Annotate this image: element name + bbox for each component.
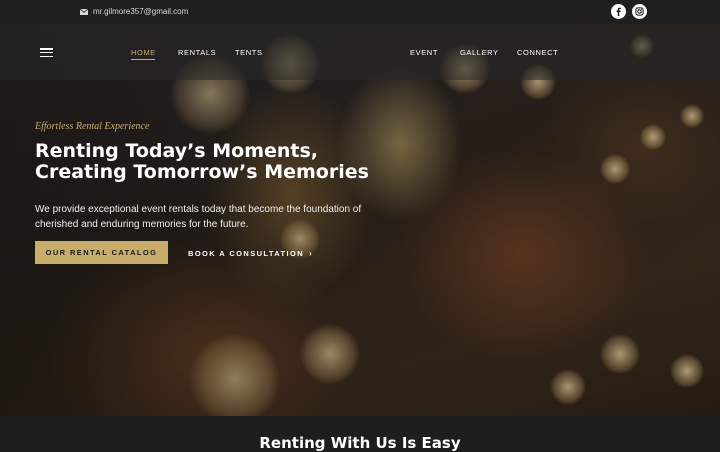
contact-email[interactable]: mr.gilmore357@gmail.com	[80, 7, 188, 16]
hero-headline: Renting Today’s Moments, Creating Tomorr…	[35, 141, 395, 183]
nav-home[interactable]: HOME	[131, 48, 156, 57]
nav-connect[interactable]: CONNECT	[517, 48, 558, 57]
top-bar: mr.gilmore357@gmail.com	[0, 0, 720, 24]
book-consultation-label: BOOK A CONSULTATION	[188, 249, 305, 258]
nav-event[interactable]: EVENT	[410, 48, 438, 57]
instagram-icon	[635, 7, 644, 16]
hero-headline-line-1: Renting Today’s Moments,	[35, 140, 319, 162]
rental-catalog-button[interactable]: OUR RENTAL CATALOG	[35, 241, 168, 264]
main-navbar: HOME RENTALS TENTS EVENT GALLERY CONNECT	[0, 24, 720, 80]
hero-section: HOME RENTALS TENTS EVENT GALLERY CONNECT…	[0, 24, 720, 416]
nav-rentals[interactable]: RENTALS	[178, 48, 216, 57]
facebook-link[interactable]	[611, 4, 626, 19]
email-text: mr.gilmore357@gmail.com	[93, 7, 189, 16]
nav-gallery[interactable]: GALLERY	[460, 48, 499, 57]
renting-easy-section: Renting With Us Is Easy	[0, 416, 720, 452]
section-title: Renting With Us Is Easy	[259, 434, 461, 452]
chevron-right-icon: ›	[309, 249, 314, 258]
hamburger-menu-icon[interactable]	[40, 48, 53, 57]
book-consultation-button[interactable]: BOOK A CONSULTATION ›	[188, 249, 313, 258]
hero-description: We provide exceptional event rentals tod…	[35, 204, 362, 230]
facebook-icon	[616, 7, 621, 16]
nav-active-underline	[131, 59, 155, 60]
instagram-link[interactable]	[632, 4, 647, 19]
envelope-icon	[80, 8, 88, 15]
nav-tents[interactable]: TENTS	[235, 48, 263, 57]
hero-eyebrow: Effortless Rental Experience	[35, 121, 150, 132]
hero-headline-line-2: Creating Tomorrow’s Memories	[35, 161, 369, 183]
